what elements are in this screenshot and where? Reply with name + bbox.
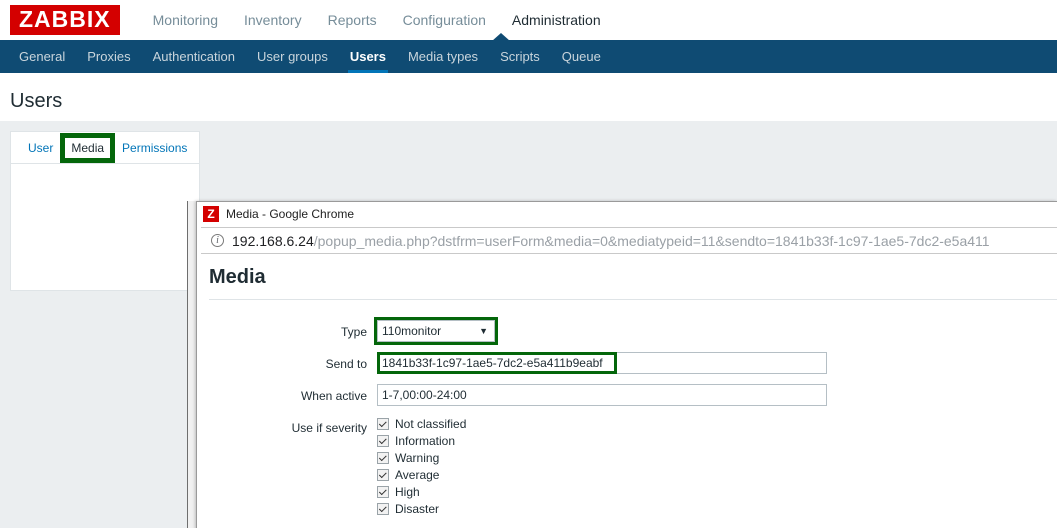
sub-navigation-bar: General Proxies Authentication User grou… (0, 33, 1057, 73)
label-when-active: When active (300, 389, 367, 403)
form-row-use-if-severity: Use if severity Not classified Informati… (209, 416, 1057, 517)
send-to-value: 1841b33f-1c97-1ae5-7dc2-e5a411b9eabf (382, 356, 603, 370)
chevron-down-icon: ▼ (479, 326, 488, 336)
checkbox-checked-icon[interactable] (377, 469, 389, 481)
type-select-value: 110monitor (382, 324, 442, 338)
url-host: 192.168.6.24 (232, 232, 314, 249)
top-header-bar: ZABBIX Monitoring Inventory Reports Conf… (0, 0, 1057, 40)
page-scrollbar[interactable] (187, 201, 196, 528)
subnav-item-proxies[interactable]: Proxies (76, 40, 141, 73)
address-bar-url: 192.168.6.24/popup_media.php?dstfrm=user… (232, 233, 990, 249)
mainnav-item-reports[interactable]: Reports (315, 0, 390, 40)
severity-option-average[interactable]: Average (377, 467, 466, 483)
subnav-item-media-types[interactable]: Media types (397, 40, 489, 73)
severity-option-information[interactable]: Information (377, 433, 466, 449)
checkbox-checked-icon[interactable] (377, 452, 389, 464)
label-use-if-severity: Use if severity (291, 421, 367, 435)
browser-address-bar[interactable]: i 192.168.6.24/popup_media.php?dstfrm=us… (201, 227, 1057, 254)
form-row-type: Type 110monitor ▼ (209, 317, 1057, 345)
site-info-icon[interactable]: i (211, 234, 224, 247)
label-send-to: Send to (325, 357, 367, 371)
severity-option-not-classified[interactable]: Not classified (377, 416, 466, 432)
subnav-item-queue[interactable]: Queue (551, 40, 612, 73)
url-path: /popup_media.php?dstfrm=userForm&media=0… (313, 232, 990, 249)
main-navigation: Monitoring Inventory Reports Configurati… (140, 0, 614, 40)
page-container: Users User Media Permissions Z Media - G… (0, 73, 1057, 528)
user-form-tabstrip: User Media Permissions (11, 132, 199, 164)
subnav-item-scripts[interactable]: Scripts (489, 40, 551, 73)
send-to-input[interactable]: 1841b33f-1c97-1ae5-7dc2-e5a411b9eabf (377, 352, 827, 374)
popup-page-body: Media Type 110monitor ▼ Send to 1841b33f… (197, 254, 1057, 528)
when-active-value: 1-7,00:00-24:00 (382, 388, 467, 402)
checkbox-checked-icon[interactable] (377, 435, 389, 447)
form-row-send-to: Send to 1841b33f-1c97-1ae5-7dc2-e5a411b9… (209, 352, 1057, 374)
severity-label: Warning (395, 451, 440, 465)
zabbix-logo[interactable]: ZABBIX (10, 5, 120, 35)
subnav-item-authentication[interactable]: Authentication (142, 40, 246, 73)
severity-label: Disaster (395, 502, 440, 516)
popup-window-title: Media - Google Chrome (226, 207, 355, 221)
user-form-tab-card: User Media Permissions (10, 131, 200, 291)
subnav-item-user-groups[interactable]: User groups (246, 40, 339, 73)
checkbox-checked-icon[interactable] (377, 486, 389, 498)
tab-permissions[interactable]: Permissions (113, 135, 196, 161)
mainnav-item-administration[interactable]: Administration (499, 0, 614, 40)
severity-label: Average (395, 468, 440, 482)
mainnav-item-inventory[interactable]: Inventory (231, 0, 315, 40)
media-form: Type 110monitor ▼ Send to 1841b33f-1c97-… (209, 299, 1057, 528)
tab-user[interactable]: User (19, 135, 62, 161)
when-active-input[interactable]: 1-7,00:00-24:00 (377, 384, 827, 406)
page-title: Users (10, 90, 63, 112)
severity-label: Not classified (395, 417, 467, 431)
severity-option-high[interactable]: High (377, 484, 466, 500)
checkbox-checked-icon[interactable] (377, 503, 389, 515)
checkbox-checked-icon[interactable] (377, 418, 389, 430)
severity-label: High (395, 485, 420, 499)
popup-title-bar[interactable]: Z Media - Google Chrome (197, 202, 1057, 227)
popup-heading: Media (209, 266, 266, 288)
chrome-popup-window: Z Media - Google Chrome i 192.168.6.24/p… (196, 201, 1057, 528)
tab-media[interactable]: Media (60, 132, 116, 163)
severity-option-disaster[interactable]: Disaster (377, 501, 466, 517)
mainnav-item-configuration[interactable]: Configuration (390, 0, 499, 40)
zabbix-favicon-icon: Z (203, 206, 219, 222)
type-select[interactable]: 110monitor ▼ (377, 320, 495, 342)
label-type: Type (340, 325, 367, 339)
severity-checkbox-list: Not classified Information Warning Avera… (377, 416, 466, 517)
form-row-when-active: When active 1-7,00:00-24:00 (209, 384, 1057, 406)
subnav-item-general[interactable]: General (8, 40, 76, 73)
mainnav-item-monitoring[interactable]: Monitoring (140, 0, 231, 40)
severity-option-warning[interactable]: Warning (377, 450, 466, 466)
severity-label: Information (395, 434, 456, 448)
subnav-item-users[interactable]: Users (339, 40, 397, 73)
